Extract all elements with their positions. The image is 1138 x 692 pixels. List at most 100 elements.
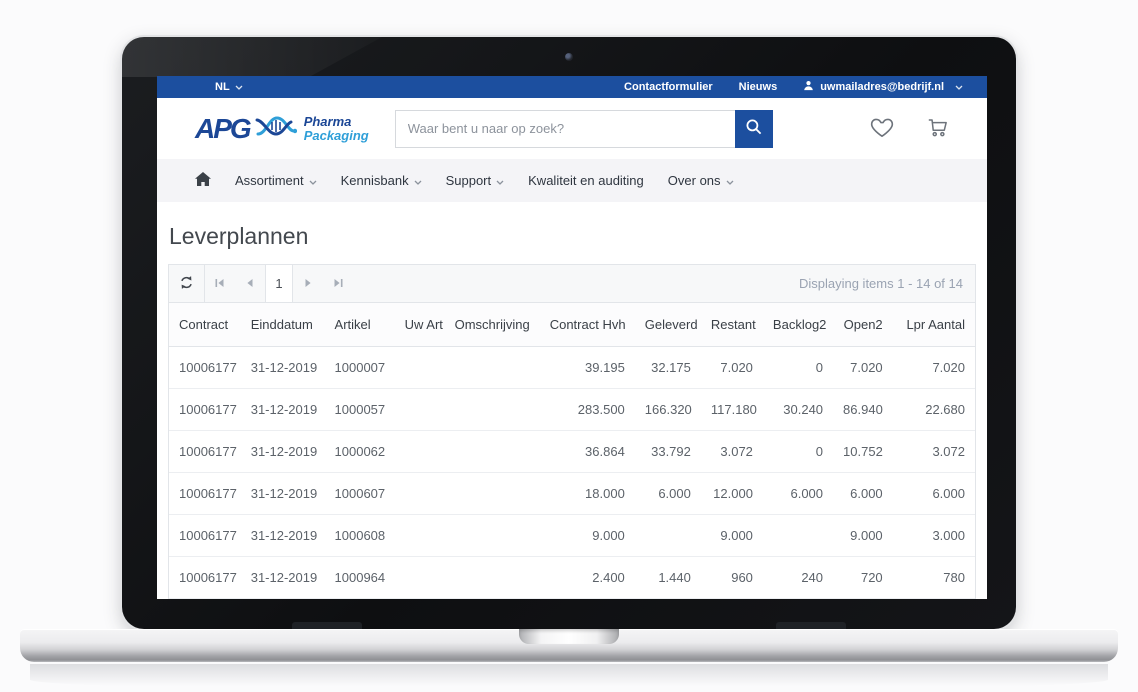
column-header[interactable]: Einddatum [241, 303, 325, 346]
grid-pager: 1 Displaying items 1 - 14 of 14 [169, 265, 975, 303]
table-cell: 18.000 [540, 472, 635, 514]
pager-prev-button[interactable] [235, 265, 265, 302]
page-content: Leverplannen 1 [157, 202, 987, 599]
topbar-link[interactable]: Contactformulier [624, 81, 713, 93]
table-cell [395, 346, 445, 388]
seek-last-icon [332, 276, 344, 291]
leverplannen-grid: 1 Displaying items 1 - 14 of 14 Contract… [168, 264, 976, 599]
table-cell [395, 388, 445, 430]
search-icon [745, 118, 763, 139]
language-selector[interactable]: NL [215, 81, 243, 93]
topbar: NL Contactformulier Nieuws uwmailadres@be… [157, 76, 987, 98]
refresh-button[interactable] [169, 265, 205, 302]
chevron-down-icon [414, 173, 422, 188]
nav-item-label: Support [446, 173, 492, 188]
logo-text: Pharma Packaging [304, 115, 369, 142]
table-cell: 720 [833, 556, 893, 598]
table-cell: 36.864 [540, 430, 635, 472]
table-cell: 10006177 [169, 472, 241, 514]
account-email: uwmailadres@bedrijf.nl [820, 81, 944, 93]
table-cell: 3.072 [701, 430, 763, 472]
nav-item[interactable]: Support [446, 173, 505, 188]
site-header: APG Pharma Packaging [157, 98, 987, 159]
hinge-tab-right [776, 622, 846, 629]
search-bar [395, 110, 773, 148]
nav-item-label: Kennisbank [341, 173, 409, 188]
table-cell: 6.000 [833, 472, 893, 514]
nav-item-label: Kwaliteit en auditing [528, 173, 644, 188]
home-icon [195, 172, 211, 189]
column-header[interactable]: Artikel [325, 303, 395, 346]
cart-icon [925, 115, 951, 142]
nav-item-label: Over ons [668, 173, 721, 188]
table-cell: 1000608 [325, 514, 395, 556]
table-cell: 0 [763, 346, 833, 388]
table-cell: 10006177 [169, 346, 241, 388]
laptop-mockup: NL Contactformulier Nieuws uwmailadres@be… [0, 0, 1138, 692]
pager-next-button[interactable] [293, 265, 323, 302]
table-row: 1000617731-12-2019100060718.0006.00012.0… [169, 472, 975, 514]
table-cell [395, 556, 445, 598]
table-cell: 1000607 [325, 472, 395, 514]
column-header[interactable]: Lpr Aantal [893, 303, 975, 346]
table-cell: 31-12-2019 [241, 430, 325, 472]
leverplannen-table: ContractEinddatumArtikelUw ArtOmschrijvi… [169, 303, 975, 599]
nav-item[interactable]: Kennisbank [341, 173, 422, 188]
pager-page-current[interactable]: 1 [265, 265, 293, 302]
table-cell [395, 472, 445, 514]
table-cell: 1000057 [325, 388, 395, 430]
table-cell [445, 388, 540, 430]
table-cell: 33.792 [635, 430, 701, 472]
screen: NL Contactformulier Nieuws uwmailadres@be… [157, 76, 987, 599]
logo[interactable]: APG Pharma Packaging [195, 111, 369, 146]
laptop-reflection [30, 664, 1108, 690]
search-input[interactable] [395, 110, 735, 148]
table-header-row: ContractEinddatumArtikelUw ArtOmschrijvi… [169, 303, 975, 346]
table-cell: 7.020 [701, 346, 763, 388]
nav-item-label: Assortiment [235, 173, 304, 188]
column-header[interactable]: Backlog2 [763, 303, 833, 346]
topbar-links: Contactformulier Nieuws [624, 81, 777, 93]
table-cell: 9.000 [540, 514, 635, 556]
seek-first-icon [214, 276, 226, 291]
table-cell [445, 556, 540, 598]
table-row: 1000617731-12-2019100000739.19532.1757.0… [169, 346, 975, 388]
nav-item[interactable]: Over ons [668, 173, 734, 188]
table-cell [395, 430, 445, 472]
column-header[interactable]: Geleverd [635, 303, 701, 346]
column-header[interactable]: Open2 [833, 303, 893, 346]
search-button[interactable] [735, 110, 773, 148]
nav-item[interactable]: Assortiment [235, 173, 317, 188]
table-row: 1000617731-12-2019100006236.86433.7923.0… [169, 430, 975, 472]
refresh-icon [179, 275, 194, 293]
column-header[interactable]: Contract Hvh [540, 303, 635, 346]
account-menu[interactable]: uwmailadres@bedrijf.nl [803, 80, 963, 94]
table-cell [395, 514, 445, 556]
table-cell: 12.000 [701, 472, 763, 514]
wishlist-button[interactable] [869, 115, 895, 142]
column-header[interactable]: Omschrijving [445, 303, 540, 346]
table-cell: 30.240 [763, 388, 833, 430]
chevron-down-icon [309, 173, 317, 188]
cart-button[interactable] [925, 115, 951, 142]
nav-item[interactable]: Kwaliteit en auditing [528, 173, 644, 188]
table-cell: 7.020 [893, 346, 975, 388]
table-cell: 3.000 [893, 514, 975, 556]
table-row: 1000617731-12-201910009642.4001.44096024… [169, 556, 975, 598]
table-cell: 10.752 [833, 430, 893, 472]
table-cell: 6.000 [635, 472, 701, 514]
logo-line1: Pharma [304, 115, 369, 129]
column-header[interactable]: Uw Art [395, 303, 445, 346]
table-body: 1000617731-12-2019100000739.19532.1757.0… [169, 346, 975, 598]
main-nav-items: Assortiment Kennisbank Support Kwaliteit en… [235, 173, 734, 188]
home-link[interactable] [195, 172, 211, 189]
arrow-left-icon [245, 276, 255, 291]
topbar-link[interactable]: Nieuws [739, 81, 778, 93]
chevron-down-icon [726, 173, 734, 188]
pager-last-button[interactable] [323, 265, 353, 302]
column-header[interactable]: Contract [169, 303, 241, 346]
table-cell: 10006177 [169, 556, 241, 598]
column-header[interactable]: Restant [701, 303, 763, 346]
pager-first-button[interactable] [205, 265, 235, 302]
user-icon [803, 80, 814, 94]
